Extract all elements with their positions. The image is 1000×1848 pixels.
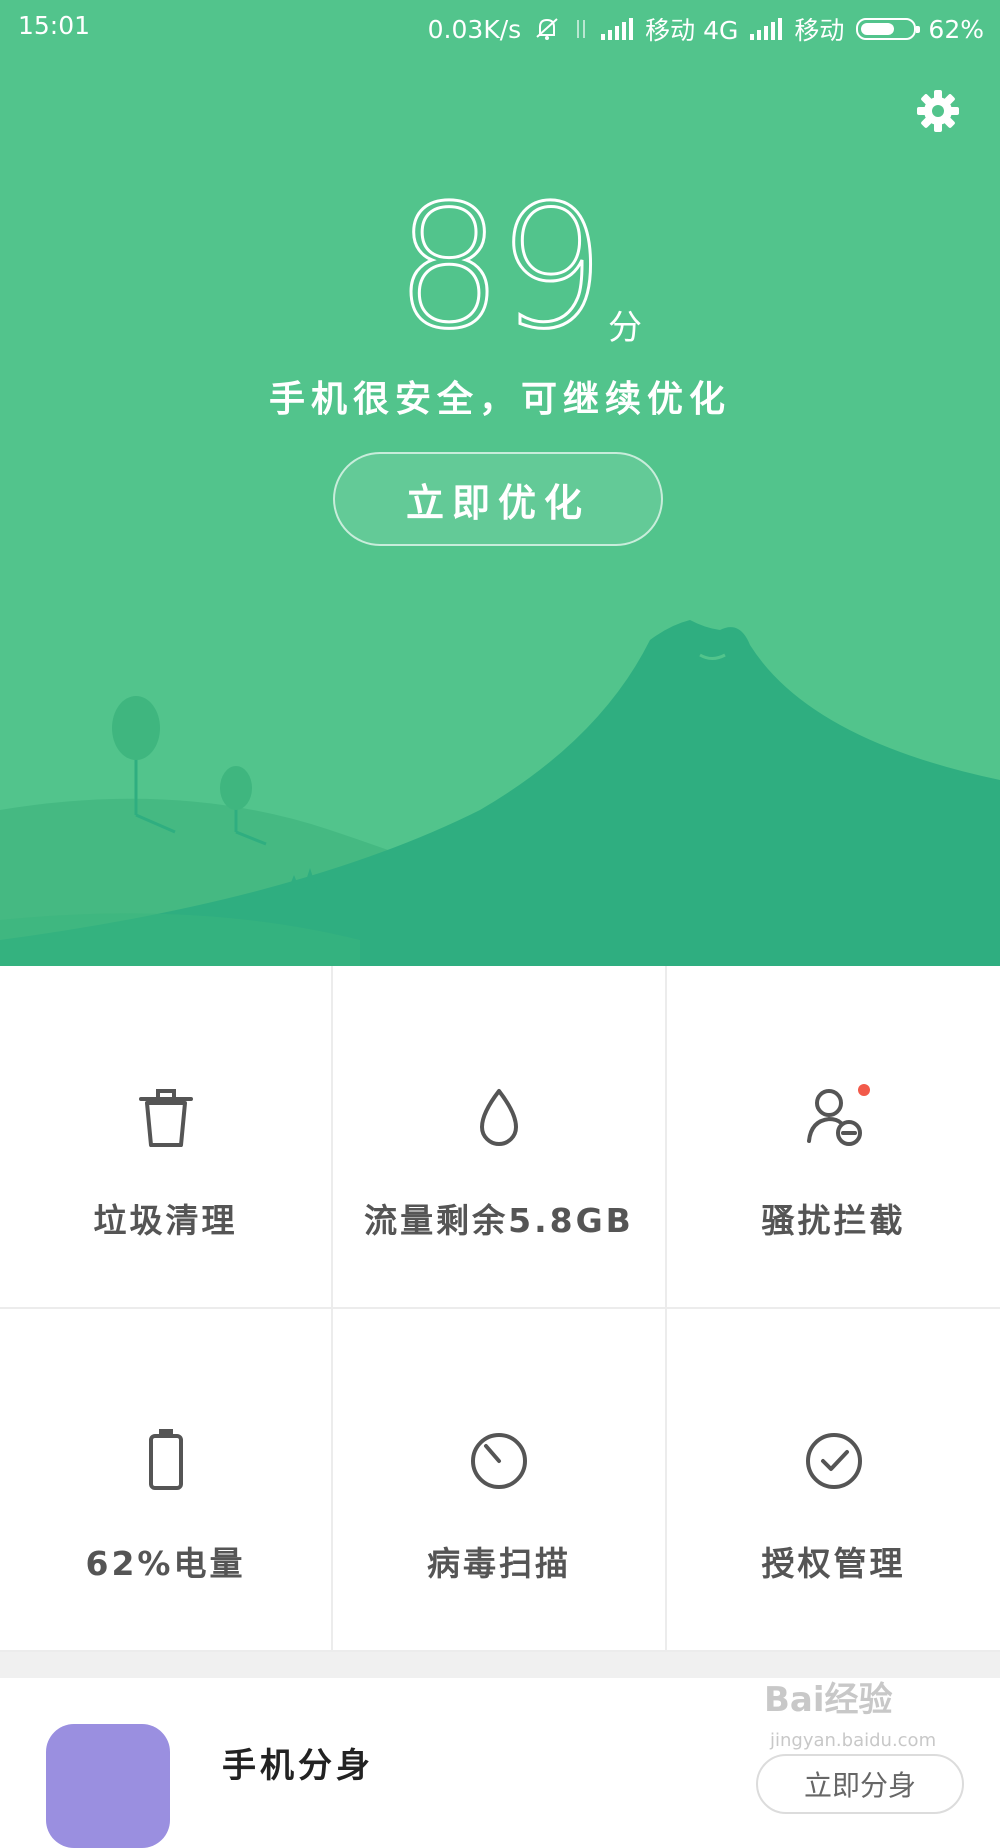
gear-icon[interactable] <box>915 88 961 134</box>
status-bar: 15:01 0.03K/s 移动 4G 移动 62% <box>0 0 1000 52</box>
status-message: 手机很安全，可继续优化 <box>268 379 731 420</box>
net-speed: 0.03K/s <box>427 14 522 44</box>
dual-app-icon <box>46 1724 170 1848</box>
tool-harass-block[interactable]: 骚扰拦截 <box>667 966 1000 1309</box>
tool-grid: 垃圾清理 流量剩余5.8GB 骚扰拦截 62%电量 病毒扫描 授权管理 <box>0 966 1000 1652</box>
battery-percent: 62% <box>928 14 984 44</box>
tool-label: 垃圾清理 <box>93 1201 238 1240</box>
status-right: 0.03K/s 移动 4G 移动 62% <box>428 11 984 47</box>
tool-permission-manage[interactable]: 授权管理 <box>667 1309 1000 1652</box>
mute-bell-icon <box>536 18 558 40</box>
block-user-icon <box>806 1089 862 1146</box>
tool-label: 62%电量 <box>85 1544 246 1583</box>
signal-icon <box>601 18 634 40</box>
tool-battery[interactable]: 62%电量 <box>0 1309 333 1652</box>
data-drop-icon <box>480 1089 518 1146</box>
watermark-url: jingyan.baidu.com <box>770 1730 937 1751</box>
tool-data-usage[interactable]: 流量剩余5.8GB <box>333 966 870 1309</box>
dual-app-button[interactable]: 立即分身 <box>756 1754 964 1814</box>
feature-title: 手机分身 <box>222 1746 374 1786</box>
tool-junk-clean[interactable]: 垃圾清理 <box>0 966 333 1309</box>
status-time: 15:01 <box>18 11 91 40</box>
tool-label: 病毒扫描 <box>427 1544 571 1583</box>
carrier-1: 移动 4G <box>645 16 739 45</box>
hero-section: 15:01 0.03K/s 移动 4G 移动 62% 89 分 手机很安全，可继… <box>0 0 1000 966</box>
carrier-2: 移动 <box>794 16 845 45</box>
virus-scan-icon <box>471 1433 527 1489</box>
data-transfer-icon <box>577 20 586 38</box>
tool-label: 流量剩余5.8GB <box>364 1201 634 1240</box>
check-circle-icon <box>805 1433 862 1489</box>
landscape-illustration <box>0 620 1000 966</box>
trash-icon <box>138 1089 193 1147</box>
security-score: 89 <box>394 169 607 367</box>
tool-label: 授权管理 <box>761 1544 906 1583</box>
battery-icon <box>856 18 921 40</box>
score-unit: 分 <box>608 308 642 348</box>
tool-virus-scan[interactable]: 病毒扫描 <box>333 1309 667 1652</box>
watermark-logo: Bai经验 <box>764 1680 893 1720</box>
optimize-button[interactable]: 立即优化 <box>333 452 663 546</box>
signal-icon-2 <box>750 18 783 40</box>
tool-label: 骚扰拦截 <box>761 1201 906 1240</box>
battery-icon <box>148 1429 183 1490</box>
